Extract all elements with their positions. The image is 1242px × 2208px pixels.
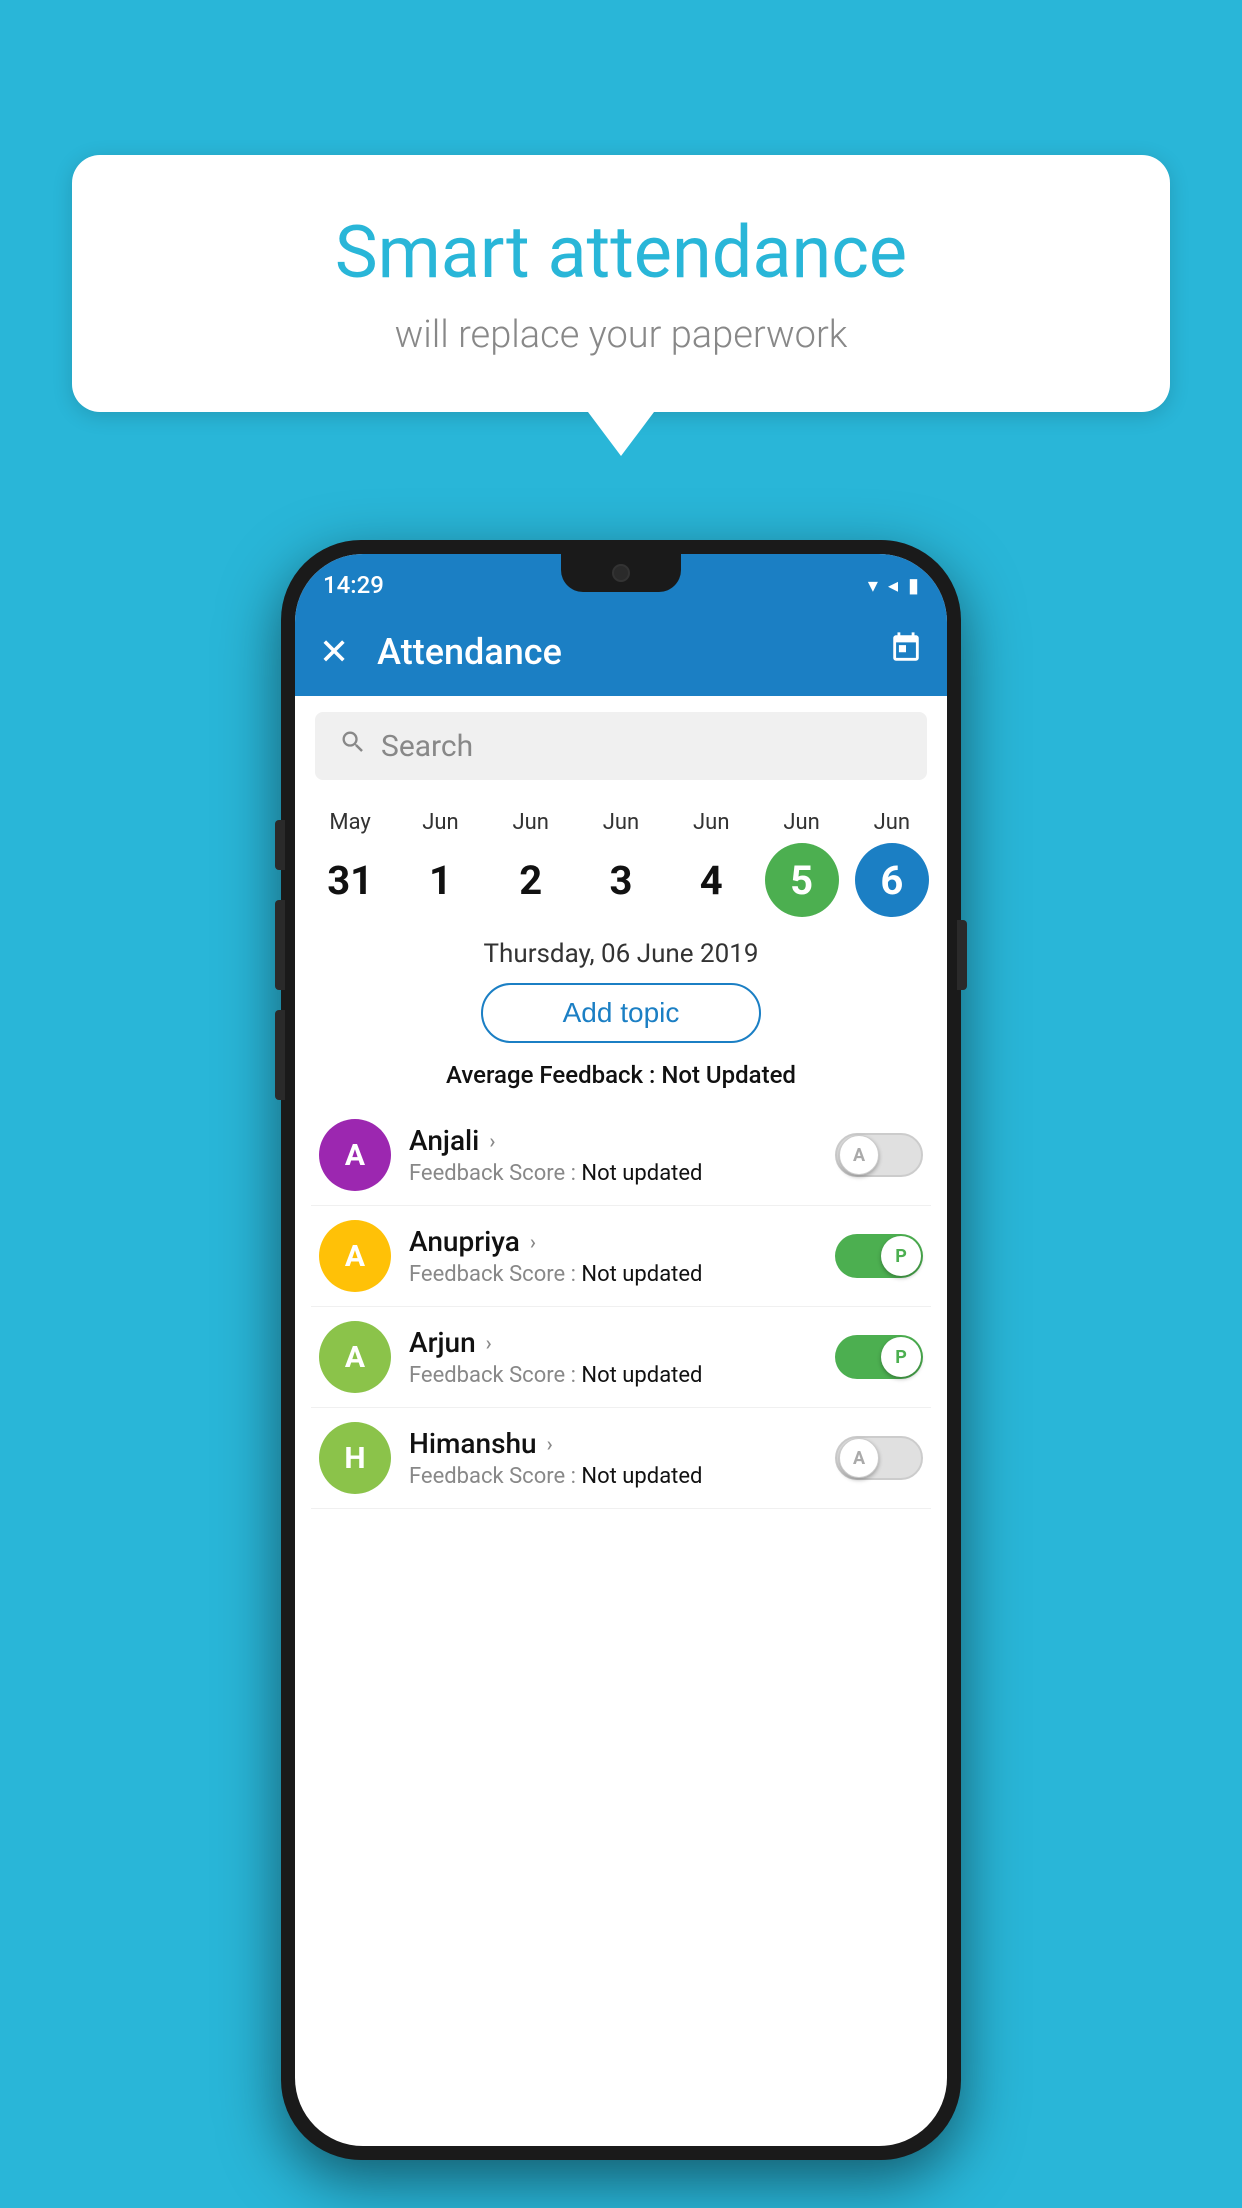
toggle-knob-0: A [839,1135,879,1175]
date-col-0[interactable]: May 31 [306,810,394,917]
student-avatar-0: A [319,1119,391,1191]
date-col-6[interactable]: Jun 6 [848,810,936,917]
toggle-knob-2: P [881,1337,921,1377]
student-row-0[interactable]: A Anjali › Feedback Score : Not updated A [311,1105,931,1206]
date-col-1[interactable]: Jun 1 [396,810,484,917]
toggle-knob-1: P [881,1236,921,1276]
attendance-toggle-2[interactable]: P [835,1335,923,1379]
signal-icon: ◂ [888,573,898,597]
student-row-3[interactable]: H Himanshu › Feedback Score : Not updated A [311,1408,931,1509]
date-day-0[interactable]: 31 [313,843,387,917]
date-day-2[interactable]: 2 [494,843,568,917]
search-bar[interactable]: Search [315,712,927,780]
toggle-container-2[interactable]: P [835,1335,923,1379]
date-day-4[interactable]: 4 [674,843,748,917]
phone-notch [561,554,681,592]
battery-icon: ▮ [908,573,919,597]
date-month-3: Jun [603,810,639,835]
app-bar: ✕ Attendance [295,608,947,696]
date-month-6: Jun [874,810,910,835]
phone-screen: 14:29 ▾ ◂ ▮ ✕ Attendance S [295,554,947,2146]
student-feedback-1: Feedback Score : Not updated [409,1262,825,1287]
student-avatar-1: A [319,1220,391,1292]
student-name-1: Anupriya › [409,1225,825,1258]
avg-feedback-label: Average Feedback : [446,1061,661,1089]
student-info-3: Himanshu › Feedback Score : Not updated [409,1427,825,1489]
date-month-5: Jun [783,810,819,835]
power-button [957,920,967,990]
student-feedback-0: Feedback Score : Not updated [409,1161,825,1186]
avg-feedback-value: Not Updated [661,1061,796,1089]
volume-up-button [275,900,285,990]
toggle-container-3[interactable]: A [835,1436,923,1480]
date-strip: May 31 Jun 1 Jun 2 Jun 3 Jun 4 Jun 5 Jun 6 [295,796,947,917]
phone-frame: 14:29 ▾ ◂ ▮ ✕ Attendance S [281,540,961,2160]
student-avatar-2: A [319,1321,391,1393]
add-topic-button[interactable]: Add topic [481,983,761,1043]
speech-bubble: Smart attendance will replace your paper… [72,155,1170,412]
student-name-0: Anjali › [409,1124,825,1157]
student-feedback-2: Feedback Score : Not updated [409,1363,825,1388]
search-placeholder: Search [381,729,473,764]
date-month-0: May [329,810,370,835]
date-month-1: Jun [422,810,458,835]
student-name-2: Arjun › [409,1326,825,1359]
student-feedback-3: Feedback Score : Not updated [409,1464,825,1489]
toggle-container-1[interactable]: P [835,1234,923,1278]
front-camera [612,564,630,582]
date-day-3[interactable]: 3 [584,843,658,917]
date-day-6[interactable]: 6 [855,843,929,917]
student-row-2[interactable]: A Arjun › Feedback Score : Not updated P [311,1307,931,1408]
close-button[interactable]: ✕ [319,631,349,673]
date-day-1[interactable]: 1 [403,843,477,917]
status-time: 14:29 [323,571,384,599]
student-info-1: Anupriya › Feedback Score : Not updated [409,1225,825,1287]
speech-bubble-subtitle: will replace your paperwork [132,313,1110,357]
student-info-2: Arjun › Feedback Score : Not updated [409,1326,825,1388]
date-month-4: Jun [693,810,729,835]
student-avatar-3: H [319,1422,391,1494]
toggle-container-0[interactable]: A [835,1133,923,1177]
toggle-knob-3: A [839,1438,879,1478]
app-bar-title: Attendance [377,631,889,673]
side-button-top [275,820,285,870]
calendar-icon[interactable] [889,631,923,673]
selected-date-label: Thursday, 06 June 2019 [295,939,947,969]
speech-bubble-title: Smart attendance [132,210,1110,295]
date-col-5[interactable]: Jun 5 [758,810,846,917]
volume-down-button [275,1010,285,1100]
wifi-icon: ▾ [868,573,878,597]
attendance-toggle-3[interactable]: A [835,1436,923,1480]
date-col-3[interactable]: Jun 3 [577,810,665,917]
date-day-5[interactable]: 5 [765,843,839,917]
attendance-toggle-0[interactable]: A [835,1133,923,1177]
status-icons: ▾ ◂ ▮ [868,573,919,597]
attendance-toggle-1[interactable]: P [835,1234,923,1278]
student-name-3: Himanshu › [409,1427,825,1460]
student-row-1[interactable]: A Anupriya › Feedback Score : Not updated P [311,1206,931,1307]
student-info-0: Anjali › Feedback Score : Not updated [409,1124,825,1186]
search-icon [339,728,367,764]
avg-feedback: Average Feedback : Not Updated [295,1061,947,1089]
date-col-2[interactable]: Jun 2 [487,810,575,917]
date-month-2: Jun [512,810,548,835]
student-list: AAnjali ›Feedback Score : Not updatedAAA… [295,1105,947,1509]
date-col-4[interactable]: Jun 4 [667,810,755,917]
